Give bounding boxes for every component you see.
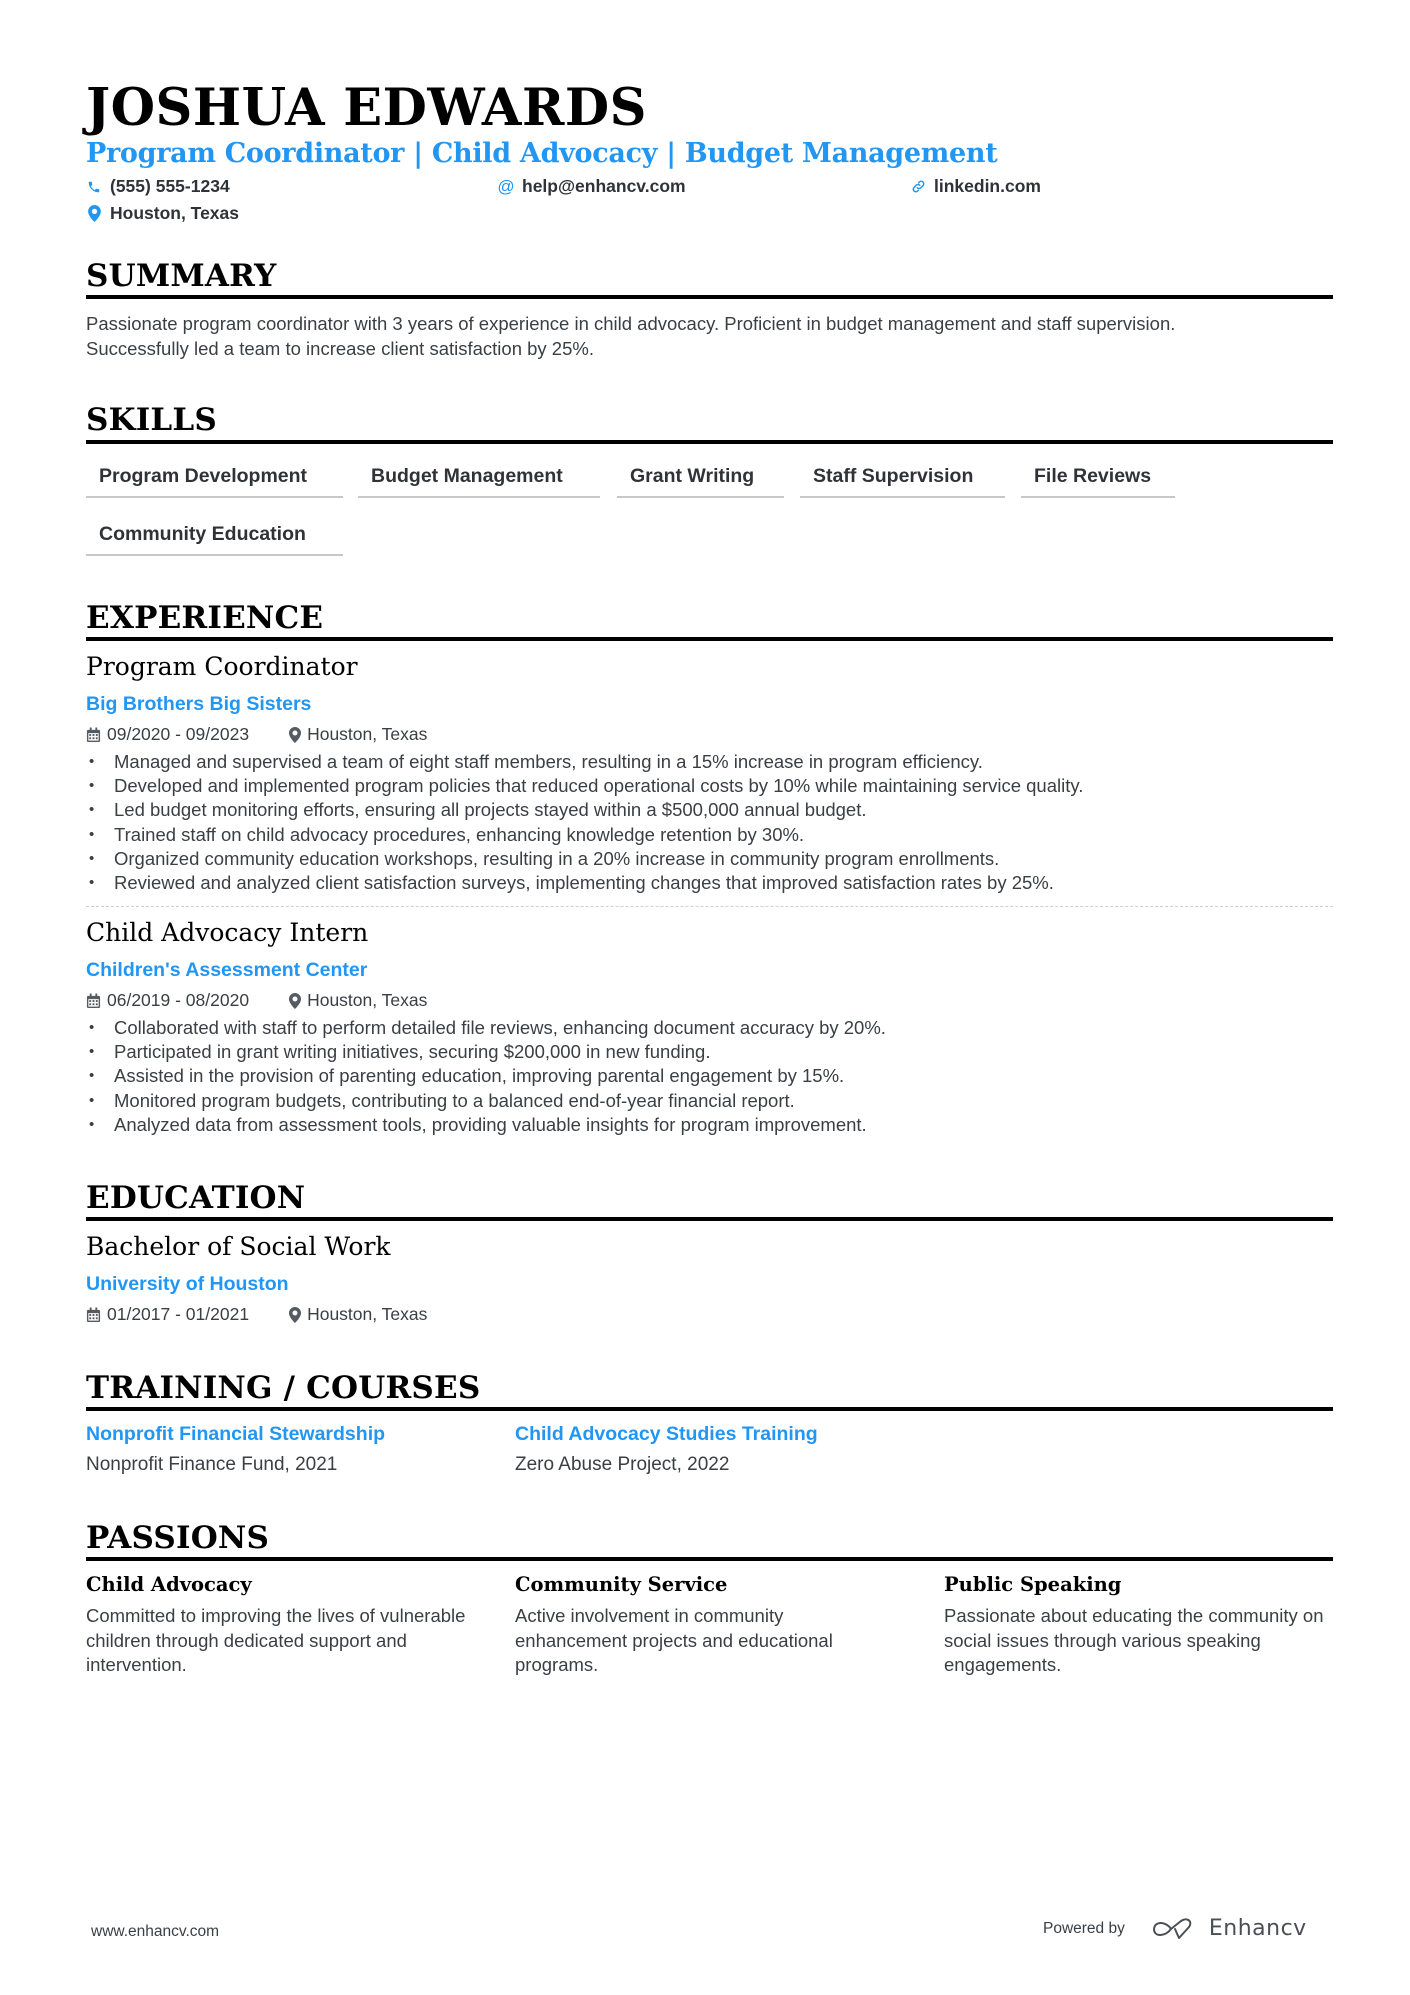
website-link[interactable]: linkedin.com — [934, 176, 1041, 197]
location-pin-icon — [289, 992, 302, 1009]
at-icon: @ — [497, 176, 515, 196]
bullet-item: Managed and supervised a team of eight s… — [86, 750, 1083, 774]
experience-divider — [86, 637, 1333, 641]
job-dates: 06/2019 - 08/2020 — [107, 990, 250, 1010]
skills-heading: SKILLS — [86, 402, 218, 438]
job-location: Houston, Texas — [307, 990, 428, 1010]
passion-title: Child Advocacy — [86, 1573, 252, 1596]
location-text: Houston, Texas — [110, 203, 240, 223]
education-divider — [86, 1217, 1333, 1221]
bullet-item: Monitored program budgets, contributing … — [86, 1089, 886, 1113]
company-name: Children's Assessment Center — [86, 959, 368, 981]
powered-by-label: Powered by — [1043, 1919, 1125, 1937]
candidate-name: JOSHUA EDWARDS — [86, 78, 647, 138]
skill-tag: Community Education — [86, 523, 343, 556]
course-provider: Zero Abuse Project, 2022 — [515, 1454, 730, 1475]
experience-heading: EXPERIENCE — [86, 600, 324, 636]
job-dates: 09/2020 - 09/2023 — [107, 724, 250, 744]
passions-divider — [86, 1557, 1333, 1561]
skills-divider — [86, 440, 1333, 444]
bullet-item: Developed and implemented program polici… — [86, 774, 1083, 798]
job-title: Program Coordinator — [86, 652, 358, 681]
job-meta: 09/2020 - 09/2023 Houston, Texas — [86, 724, 427, 745]
contact-website[interactable]: linkedin.com — [910, 176, 1041, 197]
summary-line: Passionate program coordinator with 3 ye… — [86, 313, 1176, 334]
passion-title: Community Service — [515, 1573, 728, 1596]
skill-tag: File Reviews — [1021, 465, 1175, 498]
job-bullets: Managed and supervised a team of eight s… — [86, 750, 1083, 895]
training-divider — [86, 1407, 1333, 1411]
bullet-item: Trained staff on child advocacy procedur… — [86, 823, 1083, 847]
enhancv-logo-icon — [1151, 1917, 1195, 1941]
education-meta: 01/2017 - 01/2021 Houston, Texas — [86, 1304, 427, 1325]
summary-divider — [86, 295, 1333, 299]
phone-icon — [86, 178, 102, 196]
bullet-item: Participated in grant writing initiative… — [86, 1040, 886, 1064]
location-pin-icon — [289, 726, 302, 743]
calendar-icon — [86, 727, 101, 743]
bullet-item: Organized community education workshops,… — [86, 847, 1083, 871]
education-dates: 01/2017 - 01/2021 — [107, 1304, 250, 1324]
calendar-icon — [86, 1307, 101, 1323]
phone-number: (555) 555-1234 — [110, 176, 230, 196]
course-provider: Nonprofit Finance Fund, 2021 — [86, 1454, 338, 1475]
degree-title: Bachelor of Social Work — [86, 1232, 391, 1261]
footer-branding: Powered by Enhancv — [1043, 1916, 1307, 1941]
location-pin-icon — [289, 1306, 302, 1323]
education-heading: EDUCATION — [86, 1180, 306, 1216]
course-title: Child Advocacy Studies Training — [515, 1423, 818, 1445]
training-heading: TRAINING / COURSES — [86, 1370, 481, 1406]
company-name: Big Brothers Big Sisters — [86, 693, 312, 715]
skill-tag: Staff Supervision — [800, 465, 1005, 498]
passion-description: Committed to improving the lives of vuln… — [86, 1605, 466, 1675]
footer-website[interactable]: www.enhancv.com — [91, 1923, 219, 1941]
course-title: Nonprofit Financial Stewardship — [86, 1423, 386, 1445]
enhancv-brand-name: Enhancv — [1208, 1916, 1307, 1941]
summary-line: Successfully led a team to increase clie… — [86, 337, 594, 359]
job-meta: 06/2019 - 08/2020 Houston, Texas — [86, 990, 427, 1011]
job-bullets: Collaborated with staff to perform detai… — [86, 1016, 886, 1137]
bullet-item: Collaborated with staff to perform detai… — [86, 1016, 886, 1040]
contact-phone: (555) 555-1234 — [86, 176, 230, 197]
email-address[interactable]: help@enhancv.com — [522, 176, 686, 197]
link-icon — [910, 178, 926, 196]
contact-email[interactable]: @ help@enhancv.com — [497, 176, 686, 197]
summary-heading: SUMMARY — [86, 258, 277, 294]
job-location: Houston, Texas — [307, 724, 428, 744]
school-name: University of Houston — [86, 1273, 289, 1295]
contact-location: Houston, Texas — [86, 203, 239, 224]
passion-description: Passionate about educating the community… — [944, 1605, 1324, 1675]
skill-tag: Program Development — [86, 465, 343, 498]
passion-title: Public Speaking — [944, 1573, 1122, 1596]
calendar-icon — [86, 993, 101, 1009]
job-divider — [86, 906, 1333, 907]
passion-description: Active involvement in community enhancem… — [515, 1605, 833, 1675]
bullet-item: Reviewed and analyzed client satisfactio… — [86, 871, 1083, 895]
bullet-item: Assisted in the provision of parenting e… — [86, 1064, 886, 1088]
location-pin-icon — [86, 205, 102, 223]
summary-text: Passionate program coordinator with 3 ye… — [86, 312, 1175, 361]
passions-heading: PASSIONS — [86, 1520, 270, 1556]
skill-tag: Budget Management — [358, 465, 600, 498]
bullet-item: Led budget monitoring efforts, ensuring … — [86, 798, 1083, 822]
bullet-item: Analyzed data from assessment tools, pro… — [86, 1113, 886, 1137]
job-title: Child Advocacy Intern — [86, 918, 369, 947]
skill-tag: Grant Writing — [617, 465, 784, 498]
candidate-tagline: Program Coordinator | Child Advocacy | B… — [86, 138, 998, 169]
education-location: Houston, Texas — [307, 1304, 428, 1324]
